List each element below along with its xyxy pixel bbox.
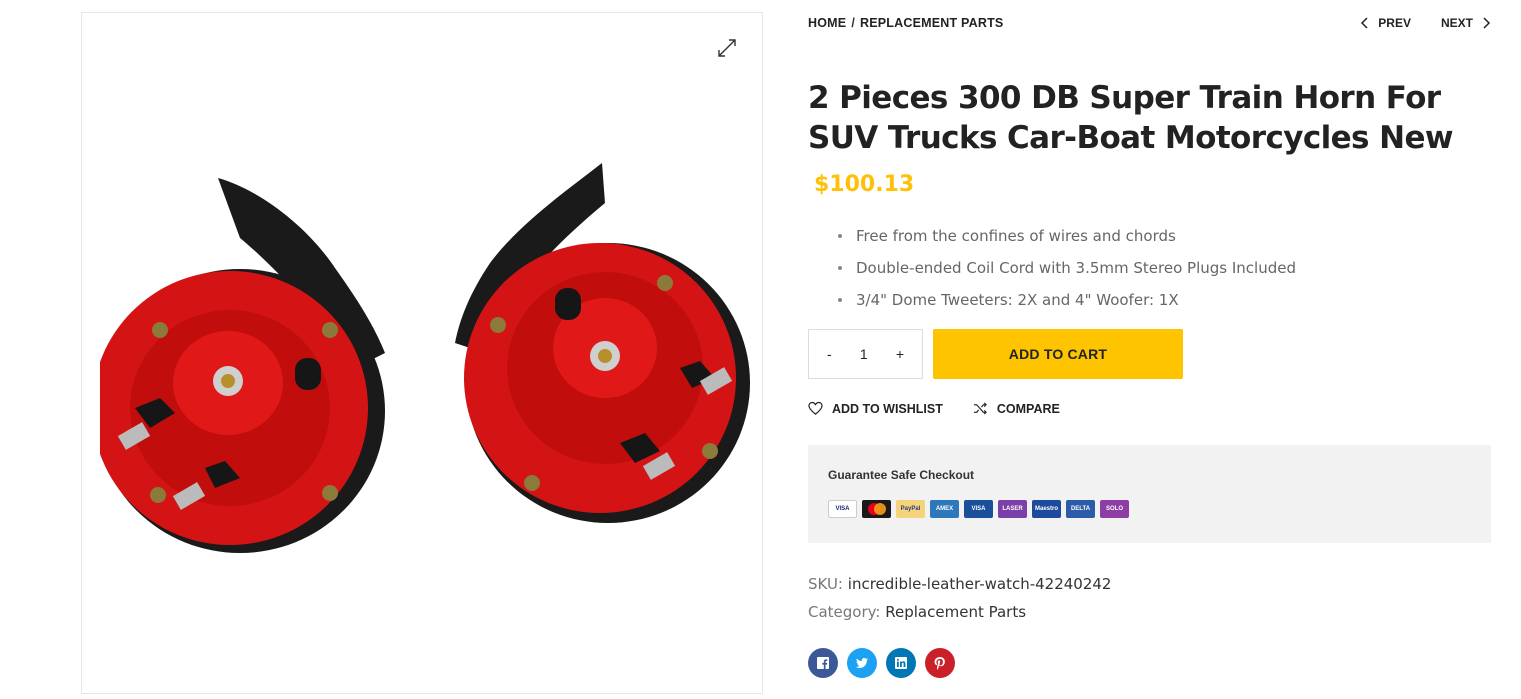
breadcrumb-category[interactable]: REPLACEMENT PARTS xyxy=(860,16,1003,30)
safe-checkout-title: Guarantee Safe Checkout xyxy=(828,468,975,482)
next-link[interactable]: NEXT xyxy=(1441,16,1491,30)
feature-item: Free from the confines of wires and chor… xyxy=(838,225,1296,257)
prev-label: PREV xyxy=(1378,16,1411,30)
left-horn-shape xyxy=(100,178,385,553)
linkedin-icon xyxy=(895,657,907,669)
paypal-card-icon: PayPal xyxy=(896,500,925,518)
facebook-icon xyxy=(817,657,829,669)
maestro-card-icon: Maestro xyxy=(1032,500,1061,518)
product-meta: SKU: incredible-leather-watch-42240242 C… xyxy=(808,570,1111,626)
quantity-decrease-button[interactable]: - xyxy=(827,346,832,362)
next-label: NEXT xyxy=(1440,16,1473,30)
category-label: Category: xyxy=(808,603,881,621)
product-title: 2 Pieces 300 DB Super Train Horn For SUV… xyxy=(808,80,1454,156)
product-price: $100.13 xyxy=(814,172,915,197)
mastercard-card-icon xyxy=(862,500,891,518)
feature-item: 3/4" Dome Tweeters: 2X and 4" Woofer: 1X xyxy=(838,289,1296,321)
breadcrumb-home[interactable]: HOME xyxy=(808,16,846,30)
quantity-increase-button[interactable]: + xyxy=(896,346,904,362)
social-share xyxy=(808,648,955,678)
sku-row: SKU: incredible-leather-watch-42240242 xyxy=(808,570,1111,598)
feature-item: Double-ended Coil Cord with 3.5mm Stereo… xyxy=(838,257,1296,289)
compare-label: COMPARE xyxy=(996,401,1060,416)
quantity-input[interactable]: 1 xyxy=(860,346,868,362)
breadcrumb-separator: / xyxy=(851,16,855,30)
right-horn-shape xyxy=(455,163,750,523)
facebook-share-button[interactable] xyxy=(808,648,838,678)
add-to-cart-button[interactable]: ADD TO CART xyxy=(933,329,1183,379)
expand-icon[interactable] xyxy=(716,37,738,59)
visa-electron-card-icon: VISA xyxy=(964,500,993,518)
delta-card-icon: DELTA xyxy=(1066,500,1095,518)
wishlist-button[interactable]: ADD TO WISHLIST xyxy=(808,401,943,416)
chevron-left-icon xyxy=(1361,17,1368,29)
wishlist-label: ADD TO WISHLIST xyxy=(832,401,943,416)
prev-link[interactable]: PREV xyxy=(1360,16,1411,30)
sku-label: SKU: xyxy=(808,575,843,593)
heart-icon xyxy=(808,401,823,415)
pinterest-share-button[interactable] xyxy=(925,648,955,678)
safe-checkout-box: Guarantee Safe Checkout VISA PayPal AMEX VI… xyxy=(808,445,1491,543)
american-express-card-icon: AMEX xyxy=(930,500,959,518)
pinterest-icon xyxy=(934,657,945,670)
product-navigation: PREV NEXT xyxy=(1360,16,1491,30)
product-image[interactable] xyxy=(100,143,750,563)
laser-card-icon: LASER xyxy=(998,500,1027,518)
compare-button[interactable]: COMPARE xyxy=(973,401,1060,416)
product-actions: ADD TO WISHLIST COMPARE xyxy=(808,401,1060,416)
product-summary: HOME / REPLACEMENT PARTS PREV NEXT 2 Piece… xyxy=(808,0,1491,699)
category-link[interactable]: Replacement Parts xyxy=(885,603,1026,621)
breadcrumb: HOME / REPLACEMENT PARTS xyxy=(808,16,1003,30)
sku-value: incredible-leather-watch-42240242 xyxy=(847,575,1112,593)
twitter-share-button[interactable] xyxy=(847,648,877,678)
product-gallery xyxy=(81,12,763,694)
twitter-icon xyxy=(855,658,868,668)
shuffle-icon xyxy=(973,402,987,415)
chevron-right-icon xyxy=(1483,17,1491,29)
visa-card-icon: VISA xyxy=(828,500,857,518)
solo-card-icon: SOLO xyxy=(1100,500,1129,518)
category-row: Category: Replacement Parts xyxy=(808,598,1111,626)
quantity-stepper: - 1 + xyxy=(808,329,923,379)
payment-cards: VISA PayPal AMEX VISA LASER Maestro DELTA SOLO xyxy=(828,500,1129,518)
linkedin-share-button[interactable] xyxy=(886,648,916,678)
feature-list: Free from the confines of wires and chor… xyxy=(838,225,1296,321)
